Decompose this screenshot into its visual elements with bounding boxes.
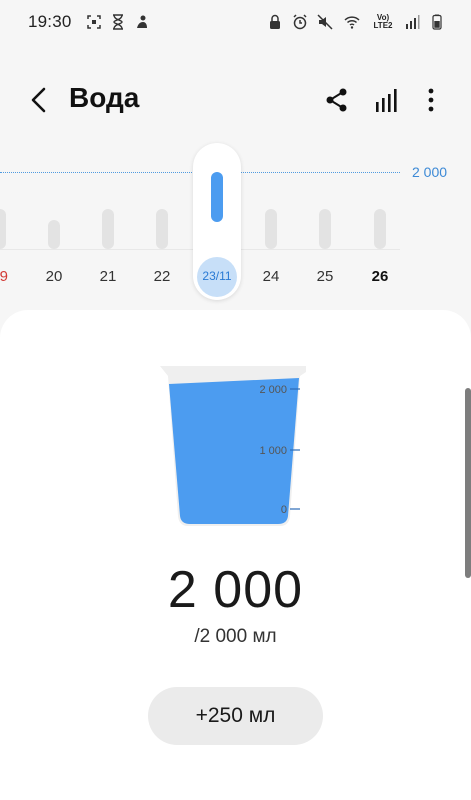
water-intake-card: 2 000 1 000 0 2 000 /2 000 мл +250 мл [0, 310, 471, 800]
intake-goal-text: /2 000 мл [194, 626, 277, 647]
glass-scale-label-bottom: 0 [281, 504, 287, 516]
day-label-9[interactable]: 9 [0, 268, 14, 285]
app-bar: Вода [0, 70, 471, 130]
page-title: Вода [69, 82, 140, 113]
share-icon[interactable] [324, 86, 350, 114]
day-bar-26[interactable] [374, 209, 386, 249]
status-bar: 19:30 Vo) LTE2 [0, 0, 471, 44]
glass-scale-label-top: 2 000 [259, 384, 287, 396]
goal-line-label: 2 000 [412, 164, 448, 180]
day-label-26[interactable]: 26 [360, 268, 400, 285]
day-bar-22[interactable] [156, 209, 168, 249]
day-label-22[interactable]: 22 [142, 268, 182, 285]
status-time: 19:30 [28, 12, 72, 31]
day-bar-25[interactable] [319, 209, 331, 249]
water-glass-graphic: 2 000 1 000 0 [160, 366, 306, 526]
alarm-icon [293, 14, 307, 30]
glass-scale-label-mid: 1 000 [259, 445, 287, 457]
day-label-24[interactable]: 24 [251, 268, 291, 285]
back-arrow-icon[interactable] [26, 84, 54, 116]
day-bar-20[interactable] [48, 220, 60, 249]
day-bar-9[interactable] [0, 209, 6, 249]
signal-icon [406, 15, 420, 29]
day-label-21[interactable]: 21 [88, 268, 128, 285]
mute-icon [317, 14, 333, 30]
day-bar-23-11[interactable] [211, 172, 223, 222]
day-label-20[interactable]: 20 [34, 268, 74, 285]
day-history-strip: 2 000 9 20 21 22 23/11 24 25 26 [0, 140, 471, 310]
trends-chart-icon[interactable] [374, 87, 400, 113]
intake-value: 2 000 [167, 561, 304, 619]
network-type-label: Vo) LTE2 [373, 13, 393, 30]
bixby-icon [136, 15, 147, 28]
wifi-icon [344, 16, 360, 29]
battery-icon [432, 14, 442, 30]
lock-icon [270, 14, 280, 29]
more-options-icon[interactable] [420, 86, 442, 114]
add-250ml-button[interactable]: +250 мл [148, 687, 323, 745]
scrollbar[interactable] [465, 388, 471, 578]
day-bar-21[interactable] [102, 209, 114, 249]
screenshot-icon [86, 15, 101, 29]
hourglass-icon [112, 14, 123, 30]
day-label-25[interactable]: 25 [305, 268, 345, 285]
day-bar-24[interactable] [265, 209, 277, 249]
day-label-23-11[interactable]: 23/11 [197, 269, 237, 283]
